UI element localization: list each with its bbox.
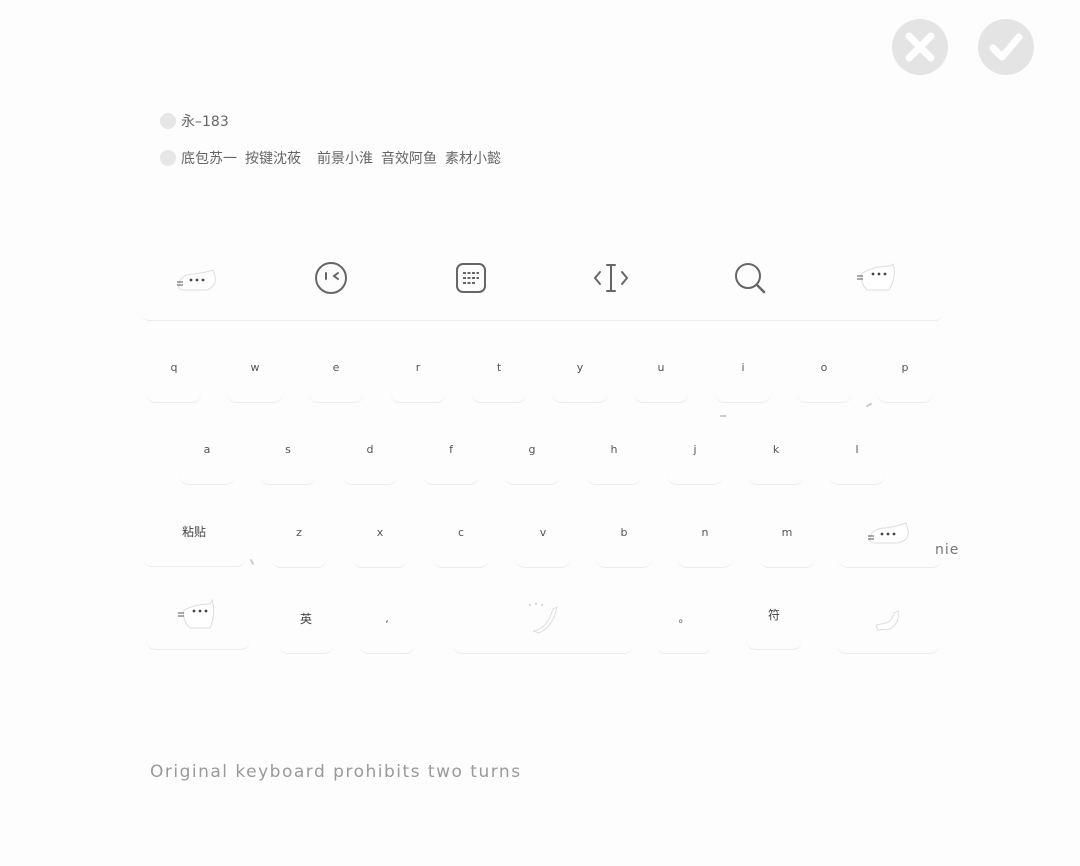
key-enter[interactable] <box>834 594 942 654</box>
emoji-icon <box>315 262 347 294</box>
key-i[interactable]: i <box>713 343 773 403</box>
composing-text: nie <box>935 542 960 558</box>
bullet-dot <box>160 113 176 129</box>
key-c[interactable]: c <box>431 508 491 568</box>
key-z[interactable]: z <box>269 508 329 568</box>
key-y[interactable]: y <box>550 343 610 403</box>
confirm-button[interactable] <box>978 19 1034 75</box>
key-m[interactable]: m <box>757 508 817 568</box>
cat-sticker-icon <box>178 598 215 629</box>
key-a[interactable]: a <box>177 425 237 485</box>
toolbar-sticker-right[interactable] <box>853 258 901 298</box>
credit-version: 永–183 <box>181 114 229 130</box>
cat-sticker-icon <box>857 263 895 291</box>
cursor-move-icon <box>593 264 629 292</box>
toolbar-emoji-button[interactable] <box>307 258 355 298</box>
cancel-button[interactable] <box>892 19 948 75</box>
search-icon <box>735 263 766 294</box>
credit-foreground: 前景小淮 <box>317 151 373 167</box>
toolbar-cursor-button[interactable] <box>587 258 635 298</box>
credit-assets: 素材小懿 <box>445 151 501 167</box>
key-g[interactable]: g <box>502 425 562 485</box>
key-w[interactable]: w <box>225 343 285 403</box>
cat-paw-icon <box>875 610 899 631</box>
close-icon <box>905 32 935 62</box>
clipboard-icon <box>456 263 486 293</box>
key-emoji-sticker[interactable] <box>144 590 252 650</box>
key-d[interactable]: d <box>340 425 400 485</box>
credit-sound: 音效阿鱼 <box>381 151 437 167</box>
keyboard-toolbar <box>141 248 943 321</box>
key-q[interactable]: q <box>144 343 204 403</box>
key-b[interactable]: b <box>594 508 654 568</box>
credit-base: 底包苏一 <box>181 151 237 167</box>
key-comma[interactable]: , <box>357 594 417 654</box>
key-x[interactable]: x <box>350 508 410 568</box>
key-e[interactable]: e <box>306 343 366 403</box>
key-l[interactable]: l <box>827 425 887 485</box>
bullet-dot <box>160 150 176 166</box>
key-k[interactable]: k <box>746 425 806 485</box>
key-symbols[interactable]: 符 <box>744 590 804 650</box>
cat-sticker-icon <box>868 522 909 544</box>
key-paste[interactable]: 粘贴 <box>140 507 248 567</box>
key-v[interactable]: v <box>513 508 573 568</box>
decoration-sparkle <box>249 558 255 566</box>
key-period[interactable]: 。 <box>654 594 714 654</box>
key-j[interactable]: j <box>665 425 725 485</box>
key-space[interactable] <box>450 594 636 654</box>
key-english[interactable]: 英 <box>276 594 336 654</box>
credit-line-2: 底包苏一 按键沈莜 前景小淮 音效阿鱼 素材小懿 <box>160 148 501 168</box>
key-t[interactable]: t <box>469 343 529 403</box>
credit-keys: 按键沈莜 <box>245 151 301 167</box>
toolbar-sticker-left[interactable] <box>173 258 221 298</box>
key-o[interactable]: o <box>794 343 854 403</box>
cat-sticker-icon <box>177 269 216 291</box>
key-p[interactable]: p <box>875 343 935 403</box>
key-f[interactable]: f <box>421 425 481 485</box>
decoration-sparkle <box>865 402 873 408</box>
key-u[interactable]: u <box>631 343 691 403</box>
decoration-sparkle <box>720 415 726 417</box>
key-backspace[interactable] <box>836 508 944 568</box>
toolbar-search-button[interactable] <box>726 258 774 298</box>
cat-tail-icon <box>529 603 558 634</box>
check-icon <box>989 33 1023 61</box>
key-n[interactable]: n <box>675 508 735 568</box>
footer-caption: Original keyboard prohibits two turns <box>150 762 522 782</box>
key-h[interactable]: h <box>584 425 644 485</box>
key-r[interactable]: r <box>388 343 448 403</box>
credit-line-1: 永–183 <box>160 111 229 131</box>
toolbar-clipboard-button[interactable] <box>447 258 495 298</box>
key-s[interactable]: s <box>258 425 318 485</box>
